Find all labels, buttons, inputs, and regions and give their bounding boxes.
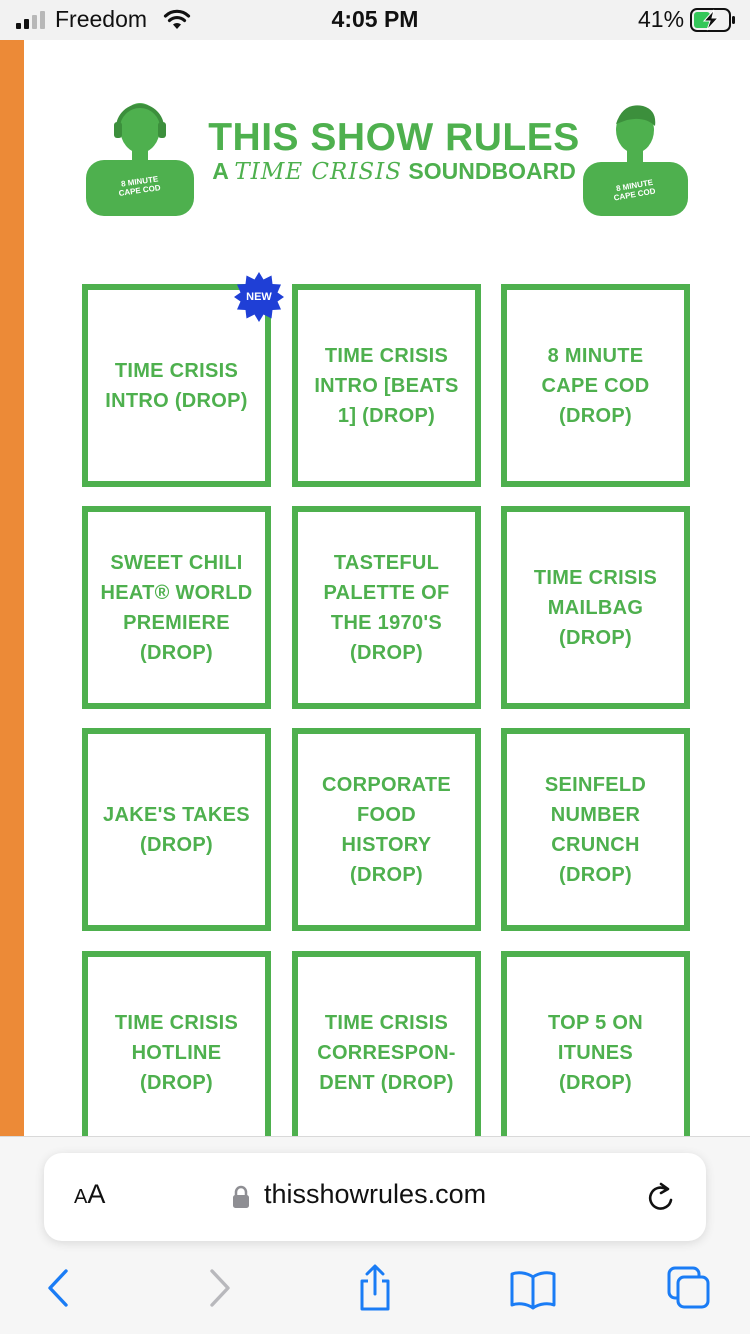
battery-percent: 41% (638, 6, 685, 32)
tile-label: SWEET CHILI HEAT® WORLD PREMIERE (DROP) (100, 551, 253, 664)
address-bar[interactable]: AA thisshowrules.com (44, 1153, 706, 1241)
sound-tile-time-crisis-intro-beats-1[interactable]: TIME CRISIS INTRO [BEATS 1] (DROP) (292, 284, 481, 487)
sound-tile-8-minute-cape-cod[interactable]: 8 MINUTE CAPE COD (DROP) (501, 284, 690, 487)
lock-icon (233, 1185, 249, 1208)
sound-tile-tasteful-palette[interactable]: TASTEFUL PALETTE OF THE 1970'S (DROP) (292, 506, 481, 709)
tile-label: SEINFELD NUMBER CRUNCH (DROP) (544, 773, 647, 886)
side-accent-strip (0, 40, 24, 1136)
url-text[interactable]: thisshowrules.com (264, 1179, 486, 1210)
sound-tile-correspondent[interactable]: TIME CRISIS CORRESPON-DENT (DROP) (292, 951, 481, 1154)
tile-label: TIME CRISIS CORRESPON-DENT (DROP) (317, 1011, 456, 1094)
carrier-name: Freedom (55, 6, 148, 32)
host-illustration-right: 8 MINUTE CAPE COD (583, 105, 688, 216)
tile-label: TIME CRISIS MAILBAG (DROP) (533, 566, 658, 649)
site-title: THIS SHOW RULES (208, 116, 580, 159)
new-badge-icon (234, 272, 284, 322)
tile-label: TIME CRISIS INTRO [BEATS 1] (DROP) (314, 344, 459, 427)
tile-label: 8 MINUTE CAPE COD (DROP) (541, 344, 650, 427)
sound-tile-mailbag[interactable]: TIME CRISIS MAILBAG (DROP) (501, 506, 690, 709)
back-icon[interactable] (34, 1263, 84, 1313)
site-subtitle: A TIME CRISIS SOUNDBOARD (206, 158, 582, 185)
tile-label: TIME CRISIS INTRO (DROP) (105, 359, 248, 412)
sound-tile-sweet-chili-heat[interactable]: SWEET CHILI HEAT® WORLD PREMIERE (DROP) (82, 506, 271, 709)
bookmarks-icon[interactable] (508, 1263, 558, 1313)
tabs-icon[interactable] (664, 1263, 714, 1313)
wifi-icon (163, 9, 191, 29)
tile-label: TASTEFUL PALETTE OF THE 1970'S (DROP) (323, 551, 450, 664)
status-bar: Freedom 4:05 PM 41% (0, 0, 750, 40)
tile-label: CORPORATE FOOD HISTORY (DROP) (322, 773, 451, 886)
forward-icon[interactable] (194, 1263, 244, 1313)
subtitle-suffix: SOUNDBOARD (408, 158, 576, 184)
browser-toolbar: AA thisshowrules.com (0, 1136, 750, 1334)
battery-charging-icon (690, 8, 735, 32)
sound-tile-hotline[interactable]: TIME CRISIS HOTLINE (DROP) (82, 951, 271, 1154)
tile-label: TOP 5 ON ITUNES (DROP) (547, 1011, 644, 1094)
sound-tile-corporate-food-history[interactable]: CORPORATE FOOD HISTORY (DROP) (292, 728, 481, 931)
tile-label: TIME CRISIS HOTLINE (DROP) (114, 1011, 239, 1094)
sound-tile-seinfeld-number-crunch[interactable]: SEINFELD NUMBER CRUNCH (DROP) (501, 728, 690, 931)
reader-settings-button[interactable]: AA (74, 1179, 105, 1210)
share-icon[interactable] (350, 1263, 400, 1313)
subtitle-prefix: A (212, 158, 228, 184)
sound-tile-jakes-takes[interactable]: JAKE'S TAKES (DROP) (82, 728, 271, 931)
reload-icon[interactable] (644, 1181, 678, 1215)
host-illustration-left: 8 MINUTE CAPE COD (86, 103, 194, 216)
sound-tile-top-5-on-itunes[interactable]: TOP 5 ON ITUNES (DROP) (501, 951, 690, 1154)
signal-icon (16, 11, 45, 29)
tile-label: JAKE'S TAKES (DROP) (103, 803, 250, 856)
subtitle-show-name: TIME CRISIS (234, 159, 403, 185)
header-banner: 8 MINUTE CAPE COD THIS SHOW RULES A TIME… (86, 98, 688, 218)
